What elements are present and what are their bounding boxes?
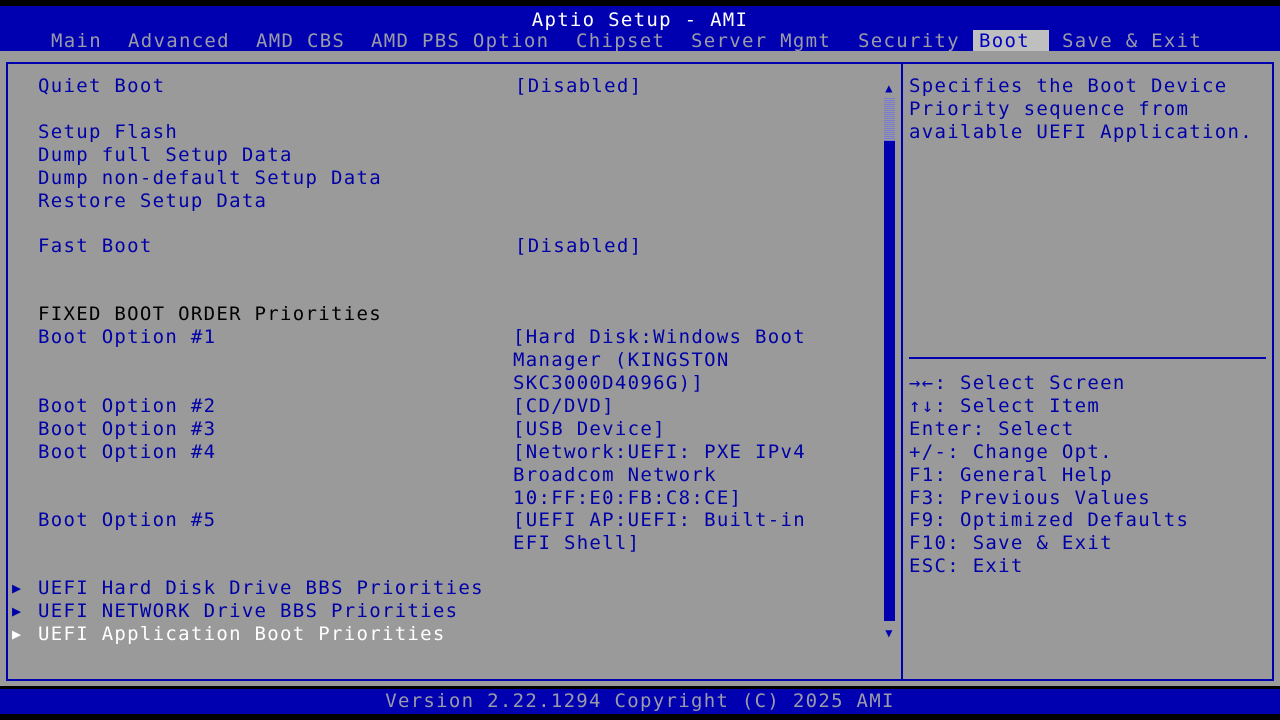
- boot-option-1-value-line3: SKC3000D4096G)]: [513, 372, 705, 394]
- fixed-boot-order-heading: FIXED BOOT ORDER Priorities: [38, 303, 382, 325]
- quiet-boot-label[interactable]: Quiet Boot: [38, 75, 165, 98]
- submenu-arrow-icon: ▶: [12, 579, 23, 597]
- boot-option-4-label[interactable]: Boot Option #4: [38, 441, 216, 464]
- version-text: Version 2.22.1294 Copyright (C) 2025 AMI: [385, 690, 895, 712]
- boot-option-5-label[interactable]: Boot Option #5: [38, 509, 216, 532]
- key-help-enter: Enter: Select: [909, 418, 1075, 440]
- footer-bar: Version 2.22.1294 Copyright (C) 2025 AMI: [0, 689, 1280, 714]
- key-help-f3: F3: Previous Values: [909, 487, 1152, 509]
- key-help-change-opt: +/-: Change Opt.: [909, 441, 1113, 463]
- setup-flash-item[interactable]: Setup Flash: [38, 121, 178, 144]
- boot-option-4-value[interactable]: [Network:UEFI: PXE IPv4: [513, 441, 806, 464]
- boot-option-4-value-line3: 10:FF:E0:FB:C8:CE]: [513, 487, 743, 509]
- boot-option-2-value[interactable]: [CD/DVD]: [513, 395, 615, 418]
- help-divider: [909, 357, 1266, 359]
- key-help-esc: ESC: Exit: [909, 555, 1024, 577]
- fast-boot-value[interactable]: [Disabled]: [515, 235, 642, 258]
- tab-chipset[interactable]: Chipset: [570, 30, 671, 52]
- help-text-line: Priority sequence from: [909, 98, 1190, 120]
- tab-bar: Main Advanced AMD CBS AMD PBS Option Chi…: [0, 30, 1280, 52]
- tab-advanced[interactable]: Advanced: [122, 30, 236, 52]
- submenu-uefi-hdd-bbs[interactable]: UEFI Hard Disk Drive BBS Priorities: [38, 577, 484, 600]
- header-bar: Aptio Setup - AMI Main Advanced AMD CBS …: [0, 6, 1280, 52]
- boot-option-1-label[interactable]: Boot Option #1: [38, 326, 216, 349]
- scrollbar-track[interactable]: [884, 97, 895, 621]
- boot-option-5-value[interactable]: [UEFI AP:UEFI: Built-in: [513, 509, 806, 532]
- tab-boot[interactable]: Boot: [973, 30, 1049, 52]
- dump-non-default-item[interactable]: Dump non-default Setup Data: [38, 167, 382, 190]
- tab-server-mgmt[interactable]: Server Mgmt: [685, 30, 837, 52]
- fast-boot-label[interactable]: Fast Boot: [38, 235, 153, 258]
- boot-option-3-label[interactable]: Boot Option #3: [38, 418, 216, 441]
- boot-option-1-value[interactable]: [Hard Disk:Windows Boot: [513, 326, 806, 349]
- submenu-arrow-icon: ▶: [12, 625, 23, 643]
- dump-full-setup-item[interactable]: Dump full Setup Data: [38, 144, 293, 167]
- submenu-uefi-application-boot[interactable]: UEFI Application Boot Priorities: [38, 623, 446, 646]
- tab-save-exit[interactable]: Save & Exit: [1056, 30, 1208, 52]
- tab-amd-cbs[interactable]: AMD CBS: [250, 30, 351, 52]
- tab-security[interactable]: Security: [852, 30, 966, 52]
- setup-body: Quiet Boot [Disabled] Setup Flash Dump f…: [0, 51, 1280, 686]
- boot-option-4-value-line2: Broadcom Network: [513, 464, 717, 486]
- submenu-uefi-network-bbs[interactable]: UEFI NETWORK Drive BBS Priorities: [38, 600, 458, 623]
- scrollbar-thumb[interactable]: [884, 97, 895, 141]
- key-help-select-screen: →←: Select Screen: [909, 372, 1126, 394]
- quiet-boot-value[interactable]: [Disabled]: [515, 75, 642, 98]
- scroll-up-icon[interactable]: ▲: [883, 81, 896, 95]
- app-title: Aptio Setup - AMI: [531, 9, 749, 31]
- boot-option-2-label[interactable]: Boot Option #2: [38, 395, 216, 418]
- submenu-arrow-icon: ▶: [12, 602, 23, 620]
- boot-option-1-value-line2: Manager (KINGSTON: [513, 349, 730, 371]
- boot-option-5-value-line2: EFI Shell]: [513, 532, 641, 554]
- key-help-f9: F9: Optimized Defaults: [909, 509, 1190, 531]
- key-help-f10: F10: Save & Exit: [909, 532, 1113, 554]
- tab-main[interactable]: Main: [45, 30, 108, 52]
- key-help-f1: F1: General Help: [909, 464, 1113, 486]
- key-help-select-item: ↑↓: Select Item: [909, 395, 1101, 417]
- scroll-down-icon[interactable]: ▼: [883, 626, 896, 640]
- boot-option-3-value[interactable]: [USB Device]: [513, 418, 666, 441]
- help-text-line: available UEFI Application.: [909, 121, 1253, 143]
- help-text-line: Specifies the Boot Device: [909, 75, 1228, 97]
- tab-amd-pbs-option[interactable]: AMD PBS Option: [365, 30, 555, 52]
- restore-setup-item[interactable]: Restore Setup Data: [38, 190, 267, 213]
